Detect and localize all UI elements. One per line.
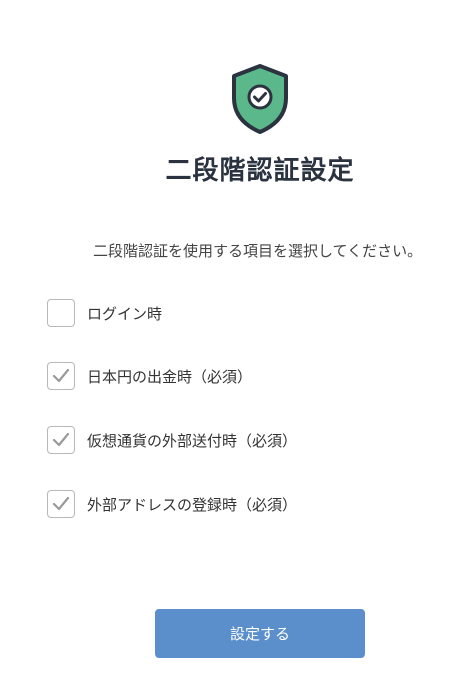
checkmark-icon (52, 432, 70, 447)
option-crypto-send[interactable]: 仮想通貨の外部送付時（必須） (47, 425, 297, 455)
option-address-register[interactable]: 外部アドレスの登録時（必須） (47, 489, 297, 519)
option-label: 日本円の出金時（必須） (87, 367, 253, 386)
instruction-text: 二段階認証を使用する項目を選択してください。 (93, 242, 423, 260)
shield-check-icon (230, 64, 290, 134)
checkmark-icon (52, 496, 70, 511)
option-label: 仮想通貨の外部送付時（必須） (87, 431, 298, 450)
option-label: 外部アドレスの登録時（必須） (87, 495, 298, 514)
option-label: ログイン時 (87, 304, 163, 323)
checkbox-unchecked[interactable] (47, 299, 75, 327)
checkbox-checked[interactable] (47, 490, 75, 518)
option-login[interactable]: ログイン時 (47, 298, 162, 328)
checkbox-checked[interactable] (47, 426, 75, 454)
checkbox-checked[interactable] (47, 362, 75, 390)
page-title: 二段階認証設定 (165, 156, 355, 186)
submit-button[interactable]: 設定する (155, 609, 365, 658)
option-jpy-withdrawal[interactable]: 日本円の出金時（必須） (47, 361, 252, 391)
checkmark-icon (52, 368, 70, 383)
